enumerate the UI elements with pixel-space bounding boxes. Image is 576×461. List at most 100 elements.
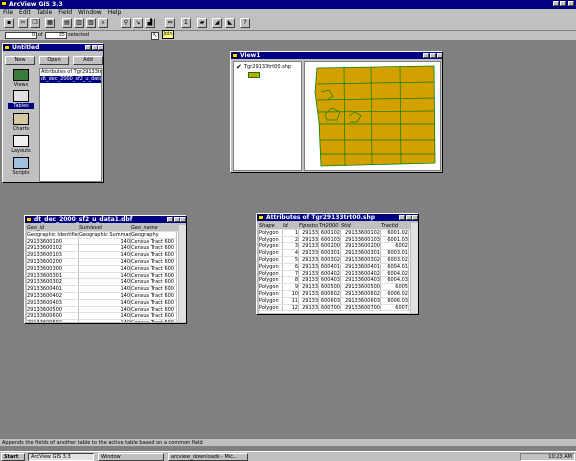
table-row[interactable]: 29133600103 140Census Tract 600 [27,252,178,259]
chart-icon[interactable]: ▰ [197,18,207,28]
charts-icon[interactable] [13,113,29,125]
table-row[interactable]: 29133600302 140Census Tract 600 [27,279,178,287]
column-header[interactable]: Fipsstco [299,223,319,229]
add-button[interactable]: Add [73,56,103,65]
menu-help[interactable]: Help [108,9,122,16]
menu-file[interactable]: File [3,9,13,16]
select-all-icon[interactable]: ▤ [62,18,72,28]
doc-tables[interactable]: Tables [8,103,34,109]
help-icon[interactable]: ? [240,18,250,28]
table-row[interactable]: Polygon 5 29133 600302 29133600302 6003.02 [259,256,410,264]
layer-visible-checkbox[interactable]: ✔ [236,63,242,71]
start-button[interactable]: Start [1,453,25,461]
sort-descending-icon[interactable]: ◣ [225,18,235,28]
doc-layouts[interactable]: Layouts [5,148,37,154]
table-row[interactable]: 29133600102 140Census Tract 600 [27,245,178,253]
table-row[interactable]: 29133600500 140Census Tract 600 [27,306,178,314]
table-row[interactable]: 29133600402 140Census Tract 600 [27,292,178,300]
task-window[interactable]: Window [98,453,164,461]
promote-icon[interactable]: ↘ [133,18,143,28]
views-icon[interactable] [13,69,29,81]
table-row[interactable]: 29133600200 140Census Tract 600 [27,258,178,266]
table-row[interactable]: Polygon 2 29133 600103 29133600103 6001.03 [259,236,410,244]
join-button[interactable]: Join [162,30,174,39]
minimize-button[interactable] [399,215,405,220]
table-icon[interactable]: ▦ [45,18,55,28]
table-row[interactable]: Polygon 8 29133 600403 29133600403 6004.03 [259,277,410,285]
close-button[interactable] [437,53,442,58]
table-row[interactable]: 29133600401 140Census Tract 600 [27,286,178,293]
table-row[interactable]: Polygon 1 29133 600102 29133600102 6001.02 [259,229,410,237]
select-none-icon[interactable]: ▥ [74,18,84,28]
table-row[interactable]: Polygon 9 29133 600500 29133600500 6005 [259,284,410,291]
column-header[interactable]: Geo_name [131,225,177,231]
copy-icon[interactable]: ❐ [30,18,40,28]
table-row[interactable]: 29133600301 140Census Tract 600 [27,272,178,280]
table-cell: 29133 [299,263,319,270]
map-display[interactable] [304,61,441,171]
doc-charts[interactable]: Charts [5,126,37,132]
column-header[interactable]: Tractid [381,223,409,229]
table-row[interactable]: Geographic IdentifierGeographic Summary … [27,231,178,239]
table-row[interactable]: Polygon 6 29133 600401 29133600401 6004.01 [259,263,410,271]
summarize-icon[interactable]: Σ [181,18,191,28]
column-header[interactable]: Geo_id [27,225,79,231]
join-icon[interactable]: ⇔ [165,18,175,28]
tables-icon[interactable] [13,90,29,102]
column-header[interactable]: Sumlevel [79,225,131,231]
menu-window[interactable]: Window [78,9,102,16]
sort-icon[interactable]: ▟ [145,18,155,28]
table-row[interactable]: 29133600100 140Census Tract 600 [27,238,178,246]
menu-table[interactable]: Table [37,9,53,16]
table-row[interactable]: Polygon 3 29133 600200 29133600200 6002 [259,243,410,251]
column-header[interactable]: Trt2000 [319,223,341,229]
table-cell: 29133 [299,229,319,236]
table-row[interactable]: Polygon 12 29133 600700 29133600700 6007 [259,304,410,312]
close-button[interactable] [180,217,186,222]
minimize-button[interactable] [553,1,559,6]
new-button[interactable]: New [5,56,35,65]
table-row[interactable]: Polygon 4 29133 600301 29133600301 6003.01 [259,250,410,257]
table1-grid[interactable]: Geo_id Sumlevel Geo_name Geographic Identif… [27,225,178,322]
layer-name[interactable]: Tgr29133trt00.shp [244,64,291,70]
table-row[interactable]: 29133600300 140Census Tract 600 [27,265,178,273]
sort-ascending-icon[interactable]: ◢ [212,18,222,28]
column-header[interactable]: Shape [259,223,283,229]
find-icon[interactable]: ⌕ [98,18,108,28]
close-button[interactable] [568,1,574,6]
doc-item-selected[interactable]: dt_dec_2000_sf2_u_data1 [40,76,101,83]
table-row[interactable]: 29133600403 140Census Tract 600 [27,299,178,307]
close-button[interactable] [98,45,103,50]
pointer-tool-icon[interactable]: ↖ [151,32,159,40]
minimize-button[interactable] [423,53,429,58]
table-row[interactable]: 29133600602140Census Tract 600 [27,320,178,322]
table1-scrollbar[interactable] [178,225,186,322]
switch-selection-icon[interactable]: ▧ [86,18,96,28]
column-header[interactable]: Stid [341,223,381,229]
maximize-button[interactable] [560,1,566,6]
task-explorer[interactable]: arcview_downloads - Mic... [168,453,248,461]
menu-edit[interactable]: Edit [19,9,31,16]
minimize-button[interactable] [167,217,173,222]
menu-field[interactable]: Field [58,9,72,16]
table-row[interactable]: Polygon 7 29133 600402 29133600402 6004.02 [259,270,410,278]
table2-grid[interactable]: Shape Id FipsstcoTrt2000 Stid Tractid Polygon… [259,223,410,313]
cut-icon[interactable]: ✂ [18,18,28,28]
maximize-button[interactable] [430,53,436,58]
scripts-icon[interactable] [13,157,29,169]
task-arcview[interactable]: ArcView GIS 3.3 [28,453,94,461]
doc-item[interactable]: Attributes of Tgr29133trt00.shp [40,69,101,76]
table-row[interactable]: Polygon 10 29133 600602 29133600602 6006.02 [259,290,410,298]
table-row[interactable]: 29133600600 140Census Tract 600 [27,313,178,321]
doc-scripts[interactable]: Scripts [5,170,37,176]
query-icon[interactable]: ⚲ [121,18,131,28]
table-row[interactable]: Polygon 11 29133 600603 29133600603 6006.03 [259,297,410,305]
column-header[interactable]: Id [283,223,299,229]
minimize-button[interactable] [85,45,91,50]
save-icon[interactable]: ▪ [4,18,14,28]
table2-scrollbar[interactable] [410,223,418,313]
close-button[interactable] [412,215,418,220]
layouts-icon[interactable] [13,135,29,147]
open-button[interactable]: Open [39,56,69,65]
doc-views[interactable]: Views [5,82,37,88]
